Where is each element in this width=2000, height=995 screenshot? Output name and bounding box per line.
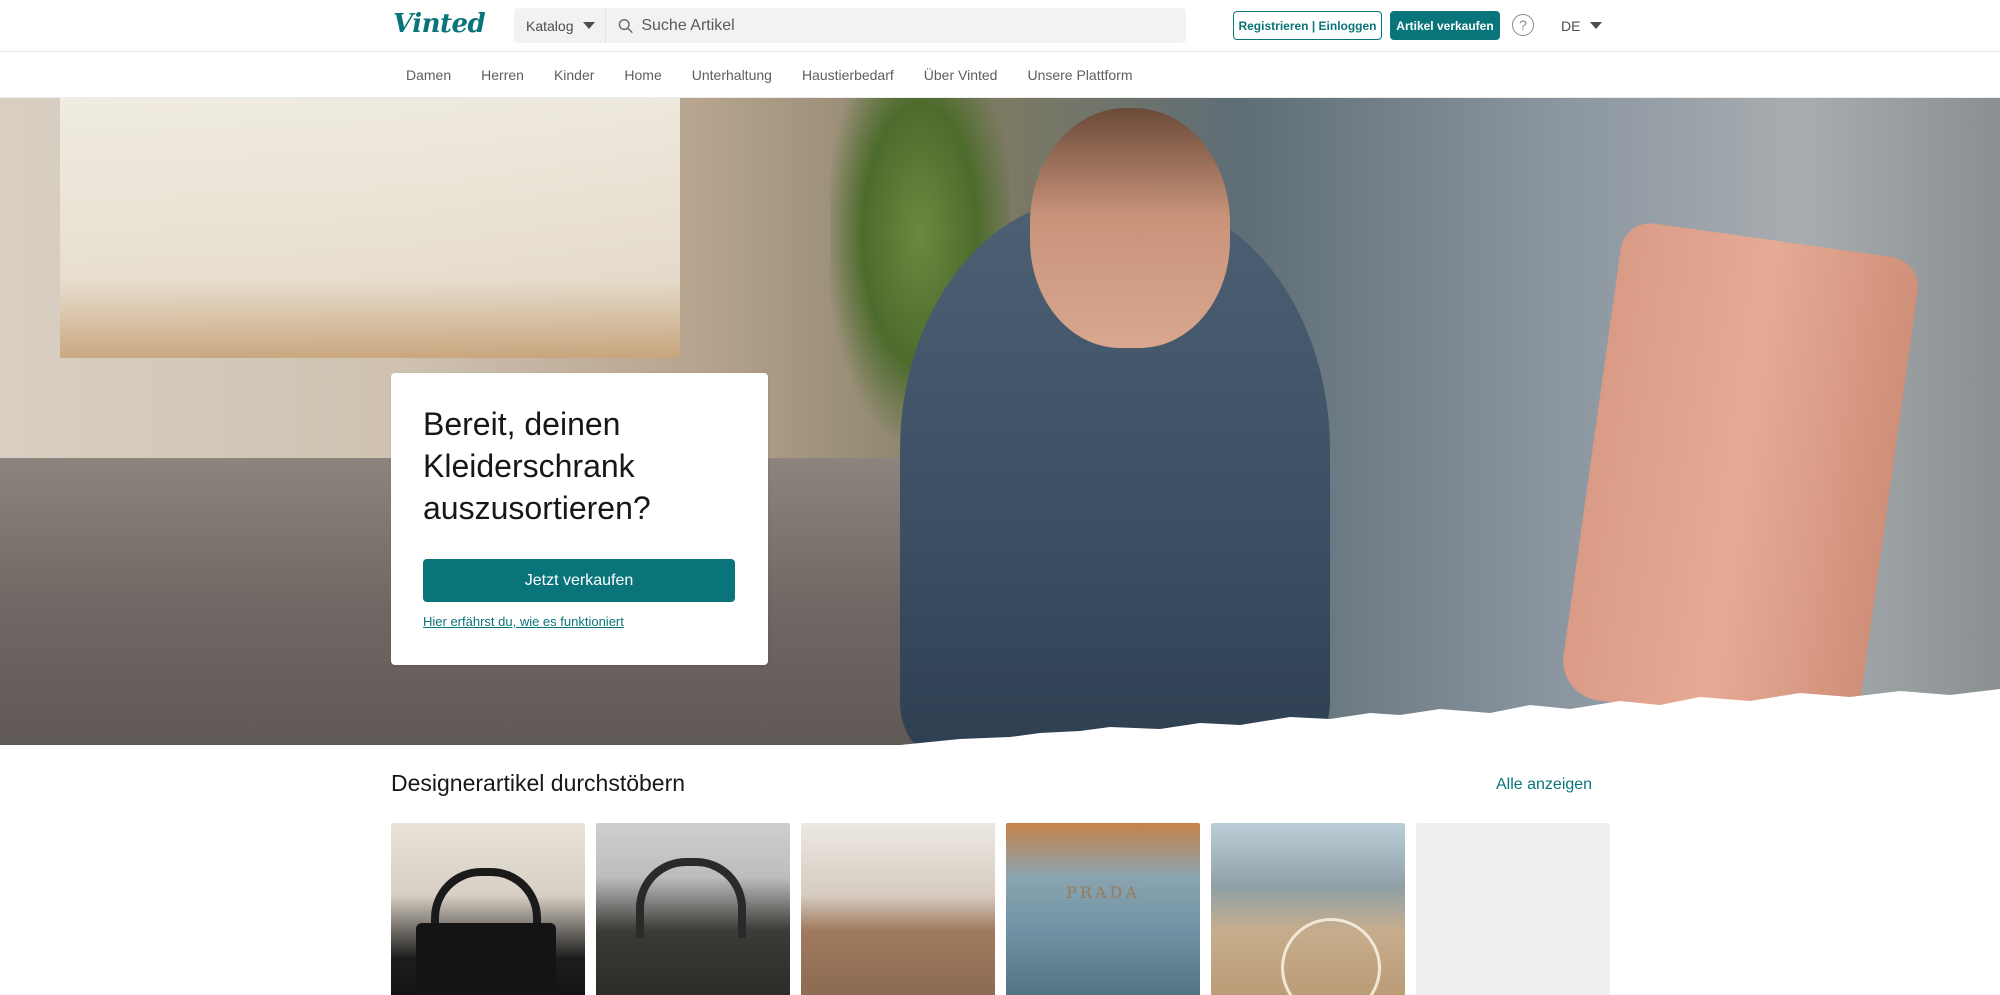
designer-item-card[interactable] <box>801 823 995 995</box>
bag-logo-image <box>1281 918 1381 995</box>
hero-banner: Bereit, deinen Kleiderschrank auszusorti… <box>0 98 2000 745</box>
vinted-logo[interactable]: Vinted <box>393 9 486 39</box>
hero-card: Bereit, deinen Kleiderschrank auszusorti… <box>391 373 768 665</box>
nav-item-damen[interactable]: Damen <box>391 67 466 83</box>
catalog-label: Katalog <box>526 17 574 34</box>
search-icon <box>618 18 633 33</box>
designer-item-card[interactable]: PRADA <box>1006 823 1200 995</box>
nav-item-unsere-plattform[interactable]: Unsere Plattform <box>1012 67 1147 83</box>
nav-item-unterhaltung[interactable]: Unterhaltung <box>677 67 787 83</box>
hero-person-head <box>1030 108 1230 348</box>
chevron-down-icon <box>1590 22 1603 29</box>
designer-items-row: PRADA <box>391 823 1610 995</box>
how-it-works-link[interactable]: Hier erfährst du, wie es funktioniert <box>423 614 624 629</box>
designer-section-title: Designerartikel durchstöbern <box>391 770 686 796</box>
register-login-button[interactable]: Registrieren | Einloggen <box>1233 11 1382 40</box>
search-field <box>606 8 1186 43</box>
category-nav: Damen Herren Kinder Home Unterhaltung Ha… <box>0 52 2000 98</box>
see-all-link[interactable]: Alle anzeigen <box>1496 776 1592 794</box>
designer-item-card[interactable] <box>596 823 790 995</box>
top-header: Vinted Katalog Registrieren | Einloggen … <box>0 0 2000 52</box>
designer-item-card[interactable] <box>391 823 585 995</box>
chevron-down-icon <box>583 22 596 29</box>
nav-item-ueber-vinted[interactable]: Über Vinted <box>909 67 1013 83</box>
hero-background-window <box>60 98 680 358</box>
nav-item-home[interactable]: Home <box>609 67 676 83</box>
hero-title: Bereit, deinen Kleiderschrank auszusorti… <box>423 406 651 526</box>
catalog-dropdown[interactable]: Katalog <box>514 8 606 43</box>
search-bar: Katalog <box>514 8 1186 43</box>
torn-edge-decoration <box>0 689 2000 745</box>
sell-item-button[interactable]: Artikel verkaufen <box>1390 11 1500 40</box>
black-bag-image <box>416 923 556 995</box>
help-icon[interactable]: ? <box>1512 14 1534 36</box>
language-selector[interactable]: DE <box>1551 8 1607 43</box>
bag-handle-image <box>636 858 746 938</box>
language-label: DE <box>1561 17 1581 34</box>
hero-skirt <box>1558 219 1922 737</box>
nav-item-kinder[interactable]: Kinder <box>539 67 609 83</box>
nav-item-herren[interactable]: Herren <box>466 67 539 83</box>
designer-item-card-placeholder[interactable] <box>1416 823 1610 995</box>
designer-item-card[interactable] <box>1211 823 1405 995</box>
sell-now-button[interactable]: Jetzt verkaufen <box>423 559 735 602</box>
search-input[interactable] <box>641 16 1186 35</box>
prada-brand-text: PRADA <box>1066 883 1140 902</box>
nav-item-haustierbedarf[interactable]: Haustierbedarf <box>787 67 909 83</box>
